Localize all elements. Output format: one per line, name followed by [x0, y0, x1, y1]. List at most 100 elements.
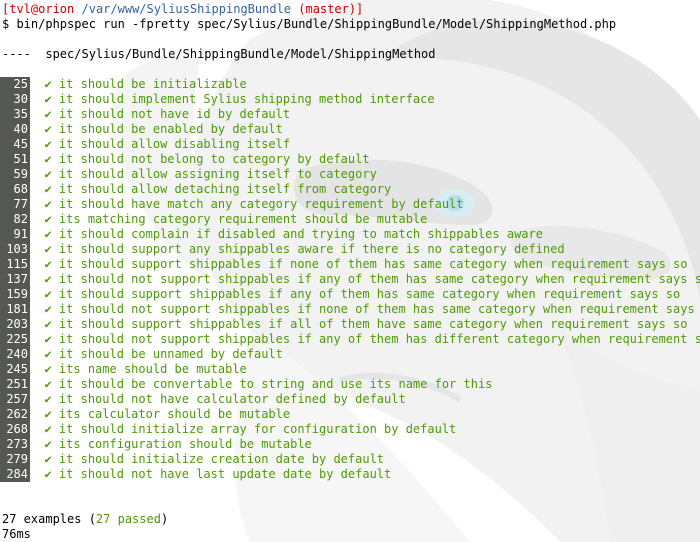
shell-command: $ bin/phpspec run -fpretty spec/Sylius/B…: [2, 17, 617, 31]
example-description: its name should be mutable: [58, 362, 247, 376]
example-line-number: 245: [0, 362, 30, 377]
example-description: it should support shippables if any of t…: [58, 287, 681, 301]
example-row: 273 ✔ its configuration should be mutabl…: [0, 437, 312, 452]
check-icon: ✔: [44, 287, 52, 301]
example-description: it should initialize array for configura…: [58, 422, 457, 436]
example-line-number: 68: [0, 182, 30, 197]
check-icon: ✔: [44, 302, 52, 316]
shell-prompt: [tvl@orion /var/www/SyliusShippingBundle…: [2, 2, 363, 17]
check-icon: ✔: [44, 347, 52, 361]
check-icon: ✔: [44, 197, 52, 211]
example-row: 159 ✔ it should support shippables if an…: [0, 287, 680, 302]
prompt-close-bracket: ]: [356, 2, 364, 16]
summary-line: 27 examples (27 passed): [2, 512, 168, 527]
check-icon: ✔: [44, 437, 52, 451]
example-line-number: 257: [0, 392, 30, 407]
example-line-number: 82: [0, 212, 30, 227]
check-icon: ✔: [44, 467, 52, 481]
check-icon: ✔: [44, 452, 52, 466]
example-line-number: 225: [0, 332, 30, 347]
example-line-number: 25: [0, 77, 30, 92]
example-description: it should implement Sylius shipping meth…: [58, 92, 435, 106]
check-icon: ✔: [44, 122, 52, 136]
example-description: it should initialize creation date by de…: [58, 452, 385, 466]
example-row: 137 ✔ it should not support shippables i…: [0, 272, 700, 287]
check-icon: ✔: [44, 257, 52, 271]
check-icon: ✔: [44, 272, 52, 286]
example-row: 115 ✔ it should support shippables if no…: [0, 257, 687, 272]
example-line-number: 103: [0, 242, 30, 257]
summary-time: 76ms: [2, 527, 31, 541]
example-description: it should be enabled by default: [58, 122, 283, 136]
example-description: it should not belong to category by defa…: [58, 152, 370, 166]
example-row: 103 ✔ it should support any shippables a…: [0, 242, 565, 257]
example-row: 25 ✔ it should be initializable: [0, 77, 247, 92]
example-row: 279 ✔ it should initialize creation date…: [0, 452, 384, 467]
example-row: 35 ✔ it should not have id by default: [0, 107, 290, 122]
example-row: 251 ✔ it should be convertable to string…: [0, 377, 492, 392]
example-row: 268 ✔ it should initialize array for con…: [0, 422, 456, 437]
check-icon: ✔: [44, 332, 52, 346]
example-row: 257 ✔ it should not have calculator defi…: [0, 392, 406, 407]
example-line-number: 35: [0, 107, 30, 122]
example-line-number: 268: [0, 422, 30, 437]
check-icon: ✔: [44, 212, 52, 226]
example-line-number: 262: [0, 407, 30, 422]
check-icon: ✔: [44, 137, 52, 151]
example-description: it should not have last update date by d…: [58, 467, 392, 481]
example-line-number: 40: [0, 122, 30, 137]
example-description: it should be initializable: [58, 77, 247, 91]
example-row: 59 ✔ it should allow assigning itself to…: [0, 167, 377, 182]
example-description: its calculator should be mutable: [58, 407, 291, 421]
example-row: 68 ✔ it should allow detaching itself fr…: [0, 182, 391, 197]
example-description: it should be convertable to string and u…: [58, 377, 493, 391]
example-line-number: 279: [0, 452, 30, 467]
example-description: it should not have id by default: [58, 107, 291, 121]
example-description: it should have match any category requir…: [58, 197, 464, 211]
example-row: 40 ✔ it should be enabled by default: [0, 122, 283, 137]
example-line-number: 251: [0, 377, 30, 392]
example-row: 225 ✔ it should not support shippables i…: [0, 332, 700, 347]
terminal-output: [tvl@orion /var/www/SyliusShippingBundle…: [0, 0, 700, 542]
example-description: it should not support shippables if any …: [58, 272, 700, 286]
example-row: 203 ✔ it should support shippables if al…: [0, 317, 687, 332]
example-description: it should support shippables if none of …: [58, 257, 688, 271]
check-icon: ✔: [44, 317, 52, 331]
suite-dashes: ----: [2, 47, 31, 61]
example-description: it should support shippables if all of t…: [58, 317, 688, 331]
example-description: it should be unnamed by default: [58, 347, 283, 361]
example-description: it should allow detaching itself from ca…: [58, 182, 392, 196]
check-icon: ✔: [44, 242, 52, 256]
example-description: it should allow assigning itself to cate…: [58, 167, 377, 181]
check-icon: ✔: [44, 422, 52, 436]
example-description: its configuration should be mutable: [58, 437, 312, 451]
example-row: 77 ✔ it should have match any category r…: [0, 197, 464, 212]
prompt-path: /var/www/SyliusShippingBundle: [81, 2, 292, 16]
example-description: it should not have calculator defined by…: [58, 392, 406, 406]
example-row: 181 ✔ it should not support shippables i…: [0, 302, 700, 317]
example-description: it should support any shippables aware i…: [58, 242, 565, 256]
example-row: 284 ✔ it should not have last update dat…: [0, 467, 391, 482]
example-line-number: 30: [0, 92, 30, 107]
prompt-user-host: tvl@orion: [9, 2, 75, 16]
example-description: it should allow disabling itself: [58, 137, 291, 151]
check-icon: ✔: [44, 167, 52, 181]
check-icon: ✔: [44, 77, 52, 91]
example-row: 91 ✔ it should complain if disabled and …: [0, 227, 543, 242]
example-line-number: 45: [0, 137, 30, 152]
example-row: 45 ✔ it should allow disabling itself: [0, 137, 290, 152]
check-icon: ✔: [44, 407, 52, 421]
example-line-number: 284: [0, 467, 30, 482]
example-line-number: 115: [0, 257, 30, 272]
check-icon: ✔: [44, 377, 52, 391]
example-description: it should not support shippables if any …: [58, 332, 700, 346]
summary-count: 27 examples (: [2, 512, 96, 526]
example-row: 82 ✔ its matching category requirement s…: [0, 212, 427, 227]
example-line-number: 203: [0, 317, 30, 332]
suite-header: ---- spec/Sylius/Bundle/ShippingBundle/M…: [2, 47, 436, 62]
example-line-number: 51: [0, 152, 30, 167]
check-icon: ✔: [44, 182, 52, 196]
check-icon: ✔: [44, 392, 52, 406]
check-icon: ✔: [44, 362, 52, 376]
suite-name: spec/Sylius/Bundle/ShippingBundle/Model/…: [45, 47, 436, 61]
